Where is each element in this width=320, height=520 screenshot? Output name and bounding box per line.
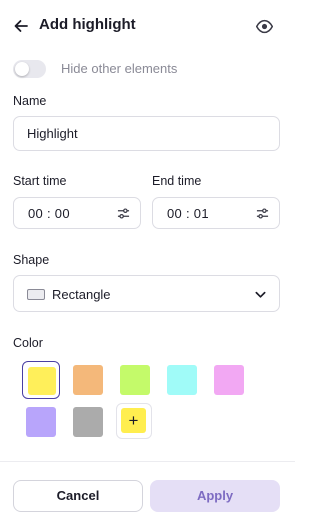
- plus-icon: +: [128, 411, 139, 430]
- tune-icon[interactable]: [256, 207, 269, 220]
- color-swatch-fill: [167, 365, 197, 395]
- end-time-value: 00 : 01: [167, 206, 209, 221]
- toggle-knob: [15, 62, 29, 76]
- hide-other-elements-row: Hide other elements: [13, 59, 283, 79]
- rectangle-icon: [27, 289, 45, 300]
- color-swatch[interactable]: [116, 361, 154, 399]
- color-swatch-fill: [73, 365, 103, 395]
- color-swatch[interactable]: [69, 403, 107, 441]
- end-time-input[interactable]: 00 : 01: [152, 197, 280, 229]
- name-label: Name: [13, 94, 47, 108]
- start-time-label: Start time: [13, 174, 67, 188]
- shape-select[interactable]: Rectangle: [13, 275, 280, 312]
- color-swatch[interactable]: [22, 403, 60, 441]
- color-swatch[interactable]: [163, 361, 201, 399]
- color-swatch-fill: [73, 407, 103, 437]
- tune-icon[interactable]: [117, 207, 130, 220]
- chevron-down-icon: [255, 291, 266, 298]
- color-swatch[interactable]: [22, 361, 60, 399]
- footer-divider: [0, 461, 295, 462]
- shape-value: Rectangle: [52, 287, 111, 302]
- panel-header: Add highlight: [0, 0, 295, 52]
- color-swatch[interactable]: [69, 361, 107, 399]
- color-label: Color: [13, 336, 43, 350]
- hide-other-elements-label: Hide other elements: [61, 61, 178, 76]
- add-color-button[interactable]: +: [116, 403, 152, 439]
- start-time-input[interactable]: 00 : 00: [13, 197, 141, 229]
- arrow-left-icon[interactable]: [12, 17, 30, 35]
- start-time-value: 00 : 00: [28, 206, 70, 221]
- shape-label: Shape: [13, 253, 50, 267]
- name-input[interactable]: [13, 116, 280, 151]
- add-color-swatch: +: [121, 408, 146, 433]
- color-swatch-fill: [120, 365, 150, 395]
- end-time-label: End time: [152, 174, 202, 188]
- color-swatch[interactable]: [210, 361, 248, 399]
- cancel-button[interactable]: Cancel: [13, 480, 143, 512]
- color-swatch-fill: [28, 367, 56, 395]
- hide-other-elements-toggle[interactable]: [13, 60, 46, 78]
- color-swatch-fill: [214, 365, 244, 395]
- panel-title: Add highlight: [39, 16, 136, 33]
- eye-icon[interactable]: [255, 17, 274, 36]
- apply-button[interactable]: Apply: [150, 480, 280, 512]
- color-swatch-fill: [26, 407, 56, 437]
